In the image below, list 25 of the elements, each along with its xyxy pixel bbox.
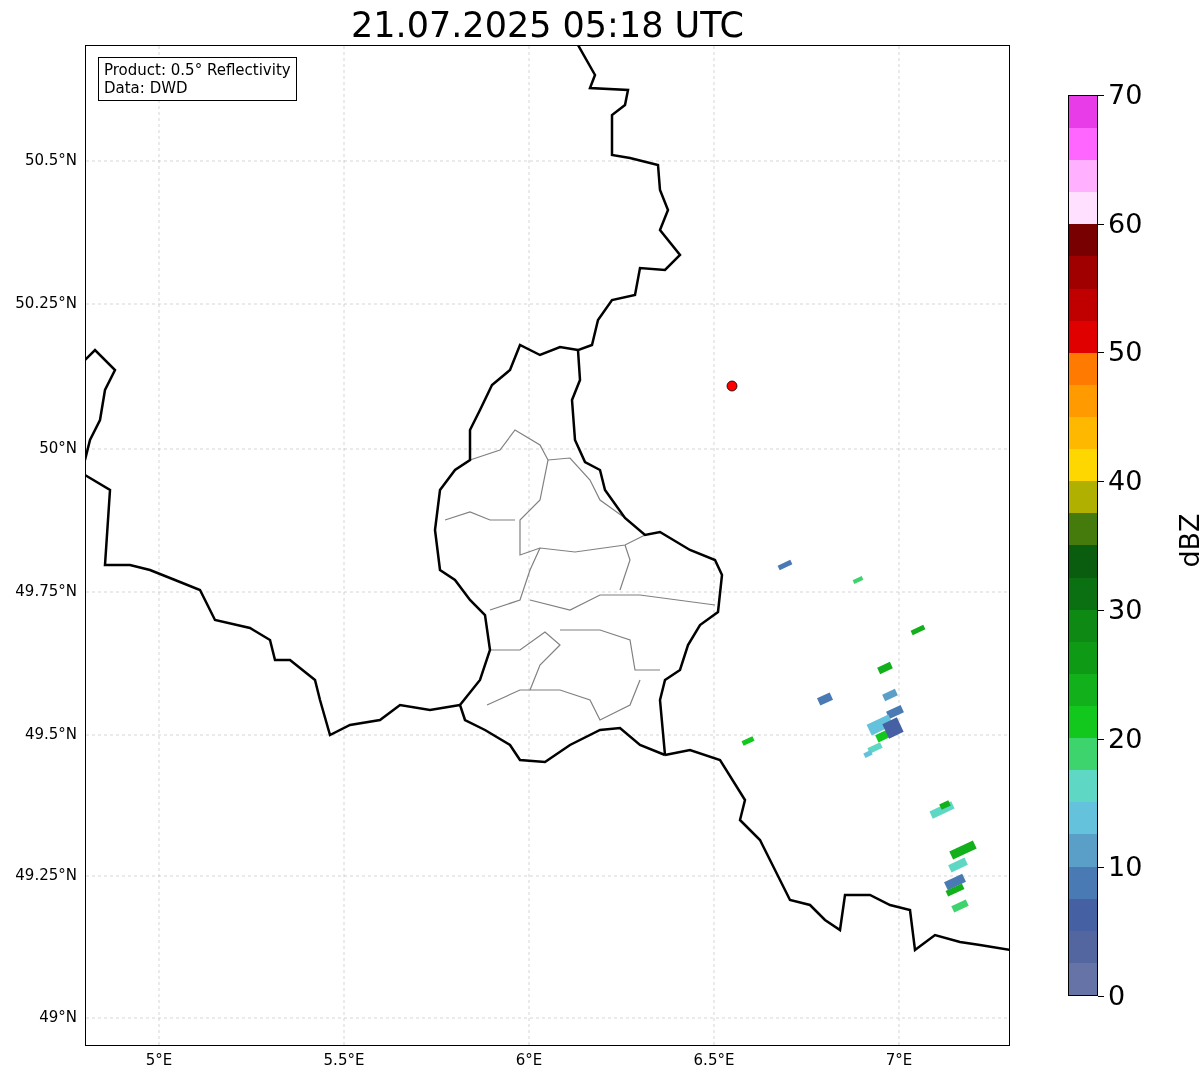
latitude-label: 49°N	[39, 1008, 77, 1026]
scale-tick-label: 70	[1108, 80, 1143, 110]
legend-text: Product: 0.5° Reflectivity	[104, 61, 291, 79]
longitude-label: 5°E	[145, 1051, 173, 1069]
scale-tick-label: 0	[1108, 981, 1126, 1011]
scale-tick-label: 40	[1108, 466, 1143, 497]
latitude-label: 50.5°N	[24, 151, 77, 169]
latitude-label: 49.75°N	[15, 582, 77, 600]
scale-unit-label: dBZ	[1173, 513, 1202, 568]
scale-tick-label: 20	[1108, 723, 1143, 754]
latitude-label: 49.25°N	[15, 866, 77, 884]
radar-site-marker	[726, 380, 738, 392]
longitude-label: 6.5°E	[693, 1051, 735, 1069]
scale-tick-label: 50	[1108, 337, 1143, 368]
scale-tick-label: 60	[1108, 208, 1143, 239]
longitude-label: 5.5°E	[323, 1051, 365, 1069]
scale-tick-label: 30	[1108, 594, 1143, 625]
chart-title: 21.07.2025 05:18 UTC	[350, 4, 745, 45]
latitude-label: 50.25°N	[15, 294, 77, 312]
legend-text: Data: DWD	[104, 79, 189, 97]
latitude-label: 49.5°N	[24, 725, 77, 743]
scale-tick-label: 10	[1108, 852, 1143, 883]
longitude-label: 7°E	[885, 1051, 913, 1069]
latitude-label: 50°N	[39, 439, 77, 457]
longitude-label: 6°E	[515, 1051, 543, 1069]
